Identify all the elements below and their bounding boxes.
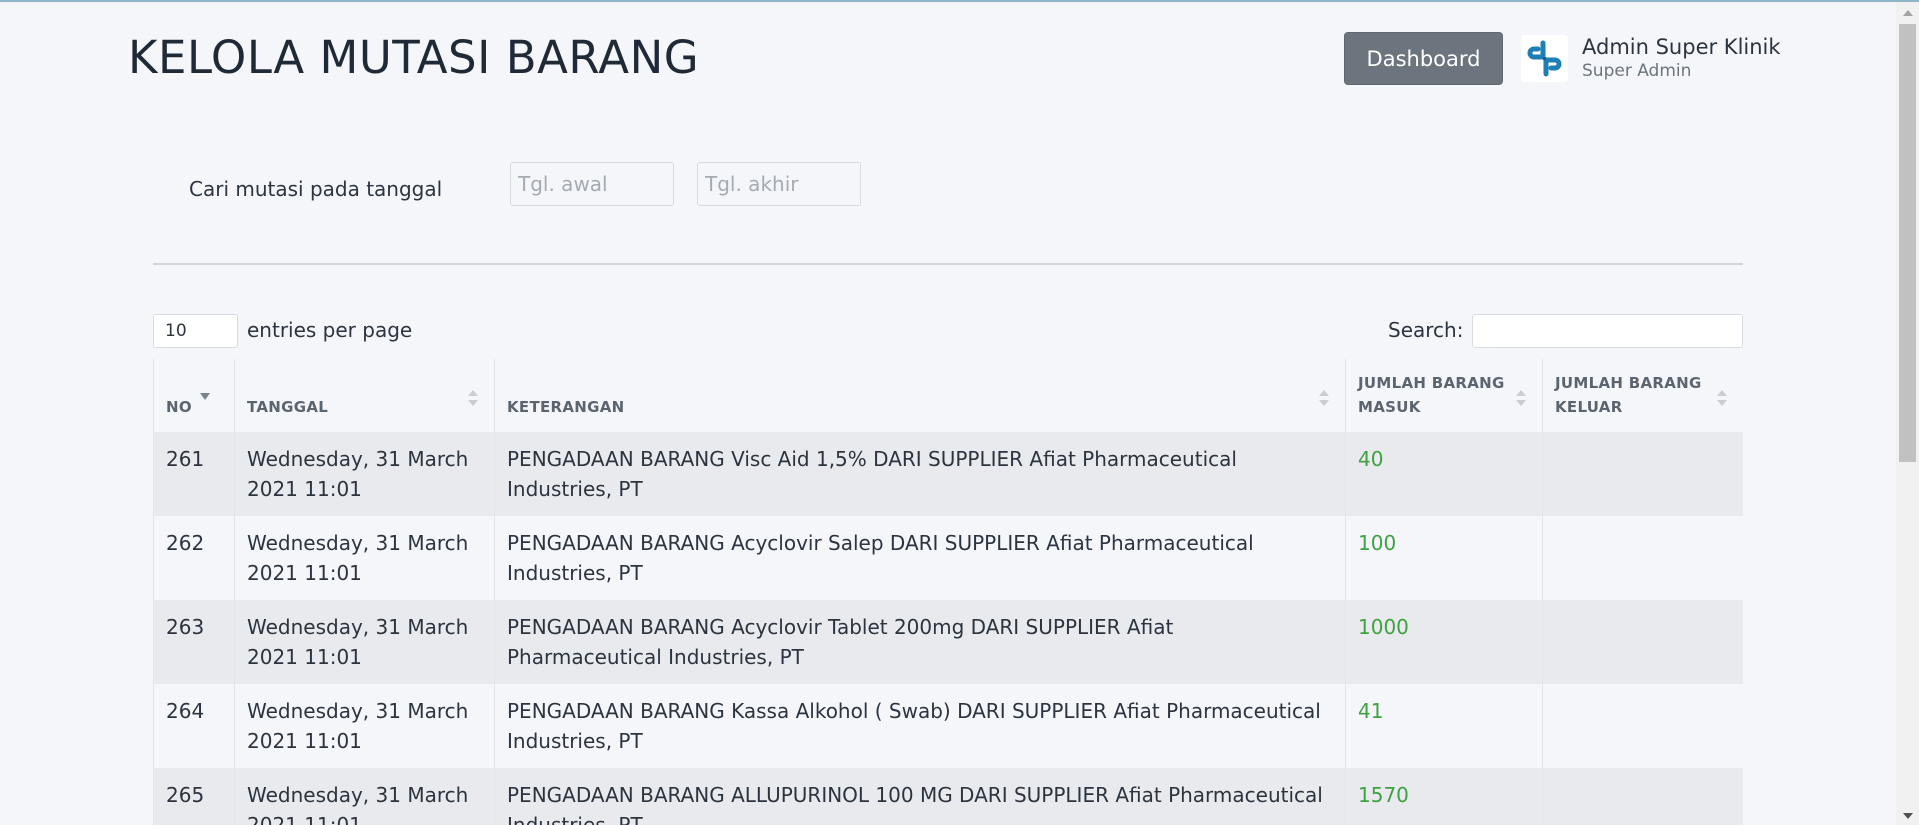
sort-arrows-icon: [468, 390, 478, 406]
table-row[interactable]: 265 Wednesday, 31 March 2021 11:01 PENGA…: [153, 768, 1743, 825]
user-role: Super Admin: [1582, 61, 1692, 81]
table-row[interactable]: 262 Wednesday, 31 March 2021 11:01 PENGA…: [153, 516, 1743, 600]
cell-keterangan: PENGADAAN BARANG Kassa Alkohol ( Swab) D…: [494, 684, 1346, 768]
column-header-label: NO: [166, 398, 192, 416]
cell-keluar: [1542, 684, 1743, 768]
cell-tanggal: Wednesday, 31 March 2021 11:01: [234, 768, 495, 825]
cell-masuk: 1570: [1345, 768, 1543, 825]
cell-keterangan: PENGADAAN BARANG Acyclovir Tablet 200mg …: [494, 600, 1346, 684]
user-name: Admin Super Klinik: [1582, 35, 1781, 59]
klinik-logo-icon[interactable]: [1521, 35, 1568, 82]
table-row[interactable]: 263 Wednesday, 31 March 2021 11:01 PENGA…: [153, 600, 1743, 684]
column-header-no[interactable]: NO: [153, 359, 235, 432]
cell-keluar: [1542, 432, 1743, 516]
cell-no: 262: [153, 516, 235, 600]
cell-no: 265: [153, 768, 235, 825]
cell-keluar: [1542, 516, 1743, 600]
column-header-keluar[interactable]: JUMLAH BARANG KELUAR: [1542, 359, 1743, 432]
cell-no: 263: [153, 600, 235, 684]
column-header-tanggal[interactable]: TANGGAL: [234, 359, 495, 432]
cell-keluar: [1542, 600, 1743, 684]
sort-arrows-icon: [1717, 390, 1727, 406]
top-border: [0, 0, 1919, 2]
scroll-up-icon[interactable]: [1903, 10, 1913, 16]
vertical-scrollbar[interactable]: [1896, 2, 1919, 825]
column-header-label: JUMLAH BARANG MASUK: [1358, 374, 1505, 416]
cell-masuk: 40: [1345, 432, 1543, 516]
cell-keterangan: PENGADAAN BARANG ALLUPURINOL 100 MG DARI…: [494, 768, 1346, 825]
cell-tanggal: Wednesday, 31 March 2021 11:01: [234, 600, 495, 684]
end-date-input[interactable]: [697, 162, 861, 206]
date-filter-label: Cari mutasi pada tanggal: [189, 177, 443, 201]
cell-no: 264: [153, 684, 235, 768]
column-header-label: JUMLAH BARANG KELUAR: [1555, 374, 1702, 416]
cell-masuk: 41: [1345, 684, 1543, 768]
column-header-label: TANGGAL: [247, 398, 329, 416]
section-divider: [153, 263, 1743, 265]
search-input[interactable]: [1472, 314, 1743, 348]
scrollbar-thumb[interactable]: [1899, 24, 1916, 462]
entries-per-page-select[interactable]: [153, 314, 238, 348]
cell-tanggal: Wednesday, 31 March 2021 11:01: [234, 684, 495, 768]
cell-keterangan: PENGADAAN BARANG Acyclovir Salep DARI SU…: [494, 516, 1346, 600]
sort-arrows-icon: [1516, 390, 1526, 406]
mutation-table-container: NO TANGGAL KETERANGAN JUMLAH BARANG MASU…: [153, 359, 1743, 825]
cell-keterangan: PENGADAAN BARANG Visc Aid 1,5% DARI SUPP…: [494, 432, 1346, 516]
cell-no: 261: [153, 432, 235, 516]
table-row[interactable]: 264 Wednesday, 31 March 2021 11:01 PENGA…: [153, 684, 1743, 768]
sort-arrows-icon: [1319, 390, 1329, 406]
search-label: Search:: [1388, 318, 1464, 342]
sort-desc-icon: [200, 393, 210, 400]
column-header-masuk[interactable]: JUMLAH BARANG MASUK: [1345, 359, 1543, 432]
cell-tanggal: Wednesday, 31 March 2021 11:01: [234, 432, 495, 516]
scroll-down-icon[interactable]: [1903, 813, 1913, 819]
mutation-table: NO TANGGAL KETERANGAN JUMLAH BARANG MASU…: [153, 359, 1743, 825]
page-title: KELOLA MUTASI BARANG: [128, 31, 700, 84]
table-header-row: NO TANGGAL KETERANGAN JUMLAH BARANG MASU…: [153, 359, 1743, 432]
cell-keluar: [1542, 768, 1743, 825]
cell-tanggal: Wednesday, 31 March 2021 11:01: [234, 516, 495, 600]
cell-masuk: 100: [1345, 516, 1543, 600]
column-header-label: KETERANGAN: [507, 398, 625, 416]
dashboard-button[interactable]: Dashboard: [1344, 32, 1503, 85]
table-row[interactable]: 261 Wednesday, 31 March 2021 11:01 PENGA…: [153, 432, 1743, 516]
entries-per-page-label: entries per page: [247, 318, 413, 342]
start-date-input[interactable]: [510, 162, 674, 206]
column-header-keterangan[interactable]: KETERANGAN: [494, 359, 1346, 432]
cell-masuk: 1000: [1345, 600, 1543, 684]
